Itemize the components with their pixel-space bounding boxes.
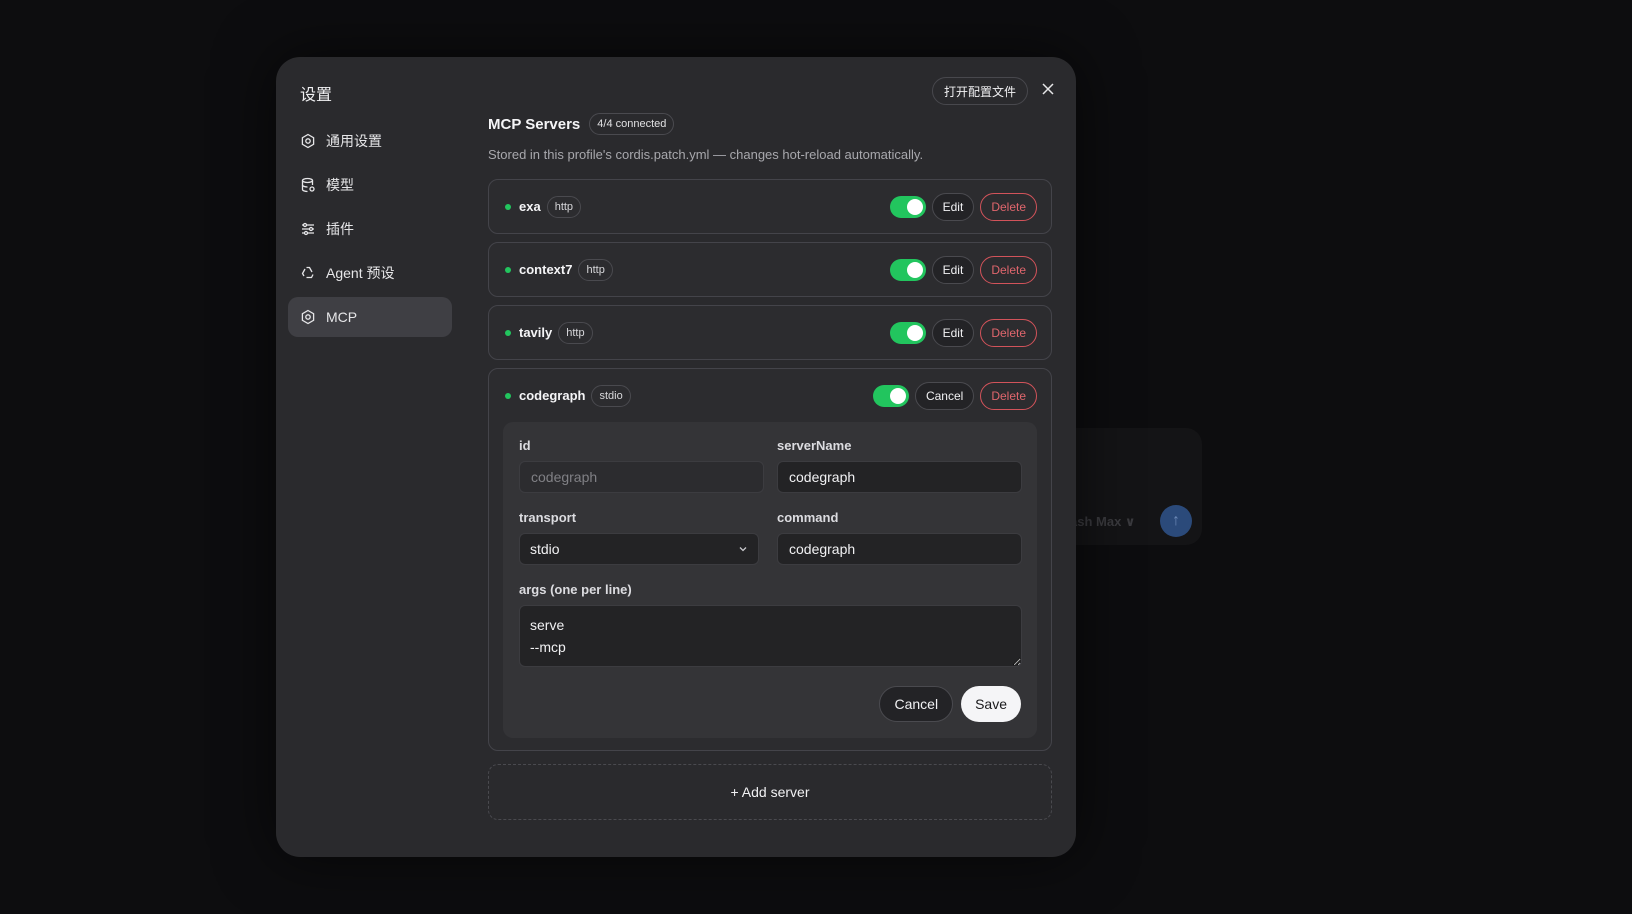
server-name-field[interactable] (777, 461, 1022, 493)
server-name: context7 (519, 262, 573, 277)
transport-label: transport (519, 510, 577, 525)
server-name: exa (519, 199, 541, 214)
sliders-icon (300, 221, 316, 237)
settings-nav: 通用设置 模型 插件 Agent 预设 MCP (288, 121, 452, 341)
nav-item-label: 通用设置 (326, 133, 382, 149)
recycle-icon (300, 265, 316, 281)
close-icon (1041, 82, 1055, 101)
server-card: tavily http Edit Delete (488, 305, 1052, 360)
delete-button[interactable]: Delete (980, 318, 1037, 347)
nav-item-general[interactable]: 通用设置 (288, 121, 452, 161)
nav-item-mcp[interactable]: MCP (288, 297, 452, 337)
transport-tag: stdio (591, 384, 631, 407)
edit-button[interactable]: Edit (931, 318, 975, 347)
open-config-file-button[interactable]: 打开配置文件 (932, 77, 1029, 105)
command-field[interactable] (777, 533, 1022, 565)
nav-item-label: MCP (326, 309, 358, 325)
enable-toggle[interactable] (872, 384, 909, 407)
cancel-edit-button[interactable]: Cancel (914, 381, 975, 410)
nav-item-models[interactable]: 模型 (288, 165, 452, 205)
page-subtitle: Stored in this profile's cordis.patch.ym… (488, 147, 924, 162)
id-field[interactable] (519, 461, 764, 493)
database-icon (300, 177, 316, 193)
edit-button[interactable]: Edit (931, 255, 975, 284)
status-dot (505, 203, 511, 210)
modal-title: 设置 (300, 87, 333, 104)
server-list: exa http Edit Delete context7 http Edit (488, 179, 1052, 751)
save-button[interactable]: Save (961, 686, 1021, 722)
status-badge: 4/4 connected (589, 113, 675, 135)
transport-tag: http (546, 195, 582, 218)
cancel-button[interactable]: Cancel (879, 686, 954, 722)
server-name: codegraph (519, 388, 586, 403)
nav-item-label: Agent 预设 (326, 265, 395, 281)
delete-button[interactable]: Delete (980, 192, 1037, 221)
mcp-panel: MCP Servers 4/4 connected Stored in this… (488, 111, 1052, 820)
gear-icon (300, 309, 316, 325)
args-textarea[interactable]: serve --mcp (519, 605, 1022, 667)
page-title: MCP Servers (488, 115, 581, 133)
server-name: tavily (519, 325, 553, 340)
transport-tag: http (578, 258, 613, 281)
nav-item-plugins[interactable]: 插件 (288, 209, 452, 249)
status-dot (505, 266, 511, 273)
close-button[interactable] (1038, 81, 1058, 101)
delete-button[interactable]: Delete (980, 381, 1037, 410)
transport-tag: http (558, 321, 593, 344)
server-name-label: serverName (777, 438, 852, 453)
chevron-down-icon (738, 541, 748, 557)
server-card: context7 http Edit Delete (488, 242, 1052, 297)
server-card: exa http Edit Delete (488, 179, 1052, 234)
delete-button[interactable]: Delete (980, 255, 1037, 284)
gear-icon (300, 133, 316, 149)
edit-button[interactable]: Edit (931, 192, 975, 221)
background-model-hint: ash Max ∨ (1070, 514, 1136, 529)
nav-item-label: 模型 (326, 177, 354, 193)
background-send-button: ↑ (1160, 505, 1192, 537)
status-dot (505, 329, 511, 336)
server-card-expanded: codegraph stdio Cancel Delete id serv (488, 368, 1052, 751)
add-server-button[interactable]: + Add server (488, 764, 1052, 820)
status-dot (505, 392, 511, 399)
enable-toggle[interactable] (889, 195, 926, 218)
transport-select[interactable]: stdio (519, 533, 759, 565)
arrow-up-icon: ↑ (1172, 512, 1180, 529)
transport-select-value: stdio (530, 541, 560, 557)
args-label: args (one per line) (519, 582, 632, 597)
enable-toggle[interactable] (889, 321, 926, 344)
nav-item-label: 插件 (326, 221, 354, 237)
server-editor-form: id serverName transport stdio (503, 422, 1037, 738)
id-label: id (519, 438, 531, 453)
nav-item-agent-presets[interactable]: Agent 预设 (288, 253, 452, 293)
command-label: command (777, 510, 839, 525)
settings-modal: 设置 通用设置 模型 插件 Agent 预设 MCP 打开配置文件 MCP Se… (276, 57, 1076, 857)
enable-toggle[interactable] (889, 258, 926, 281)
